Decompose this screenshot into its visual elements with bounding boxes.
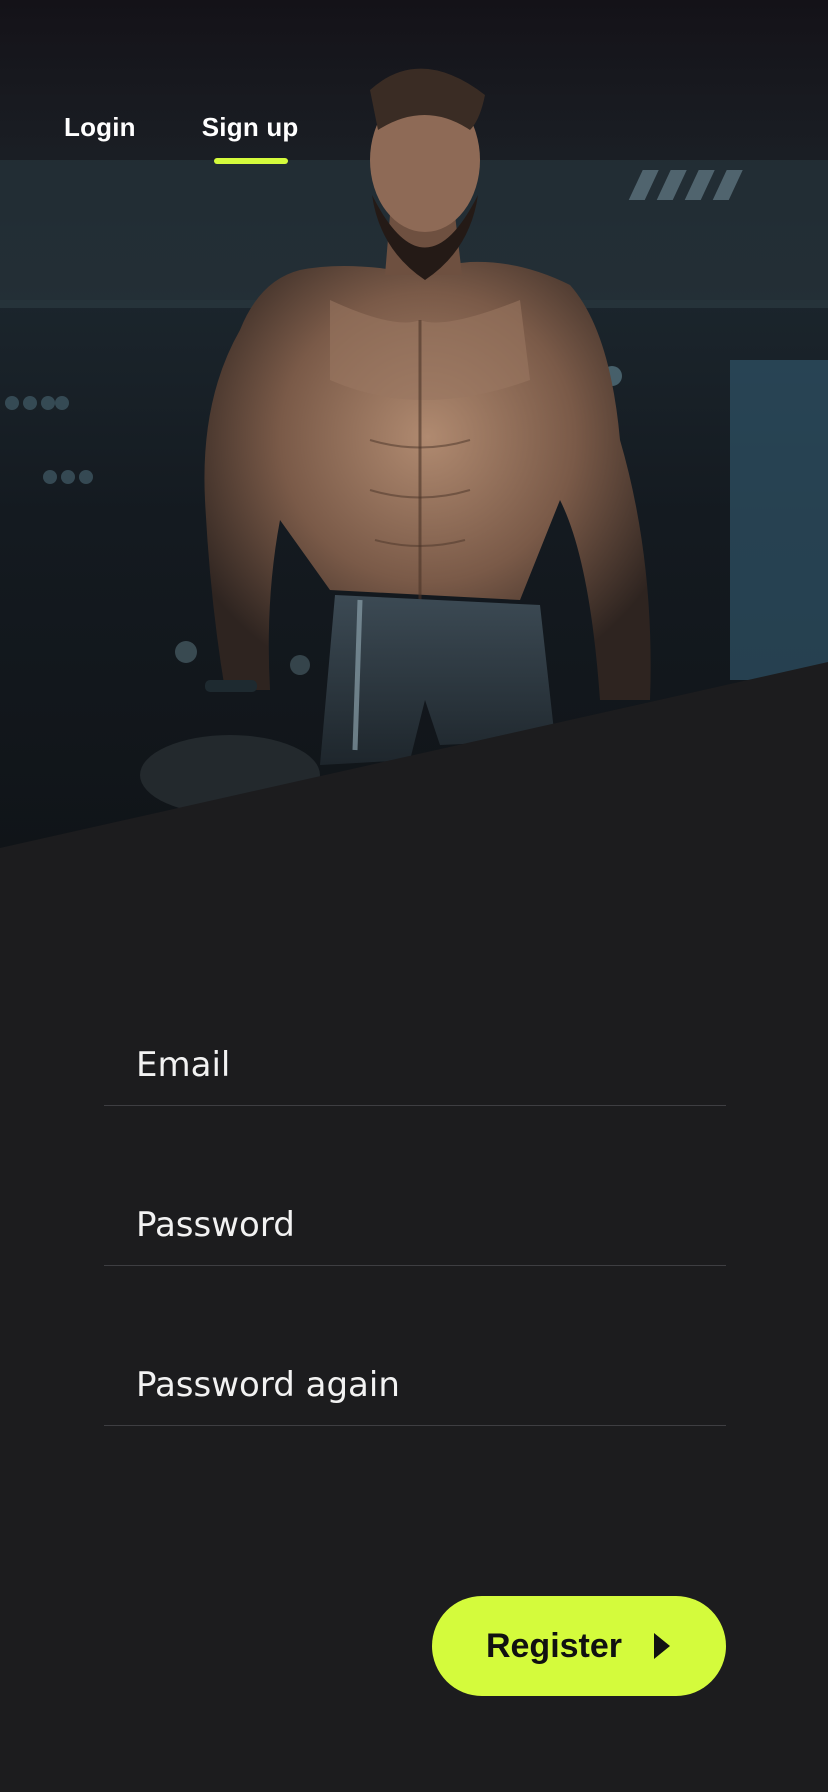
password-field-row [104, 1176, 726, 1266]
auth-tabs: Login Sign up [64, 112, 299, 164]
email-input[interactable] [104, 1016, 726, 1105]
register-button-label: Register [485, 1626, 623, 1665]
active-tab-indicator [213, 158, 289, 164]
email-field-row [104, 1016, 726, 1106]
password-input[interactable] [104, 1176, 726, 1265]
password-again-input[interactable] [104, 1336, 726, 1425]
tab-login-label: Login [64, 112, 136, 142]
chevron-right-icon [654, 1633, 671, 1659]
signup-screen: Login Sign up Register [0, 0, 828, 1792]
register-button[interactable]: Register [432, 1596, 726, 1696]
password-again-field-row [104, 1336, 726, 1426]
tab-signup[interactable]: Sign up [201, 112, 299, 164]
tab-signup-label: Sign up [201, 112, 299, 142]
tab-login[interactable]: Login [64, 112, 136, 143]
